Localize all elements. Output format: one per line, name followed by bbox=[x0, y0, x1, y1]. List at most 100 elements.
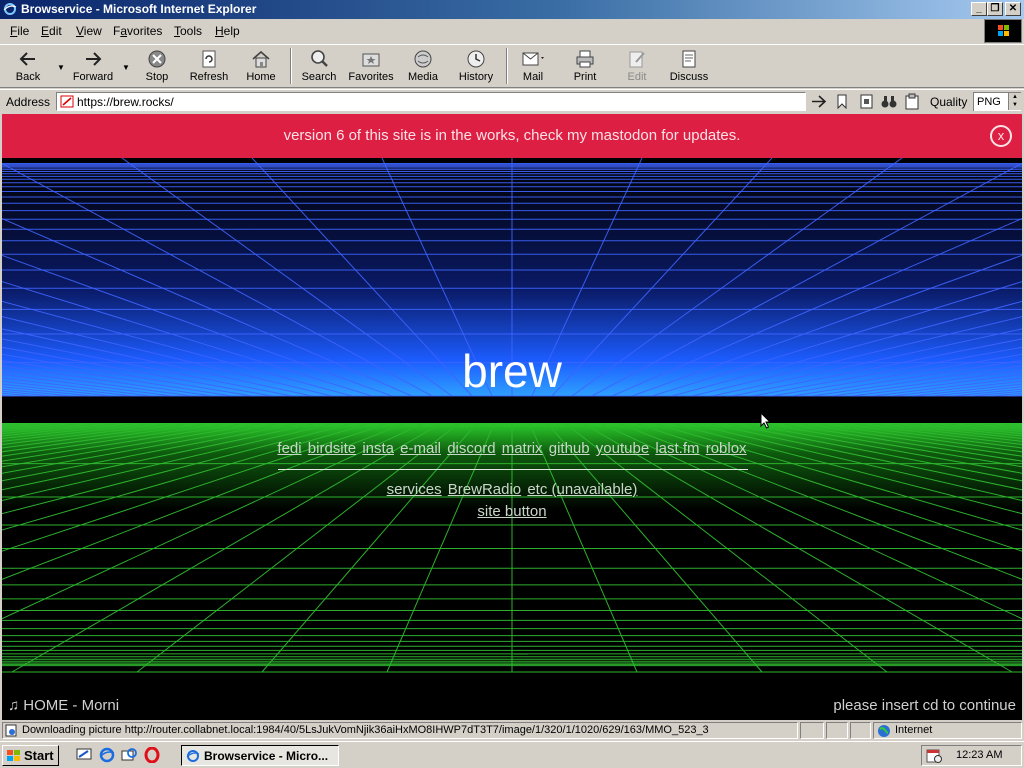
start-label: Start bbox=[24, 748, 54, 763]
menu-favorites-label: vorites bbox=[127, 24, 163, 38]
link-github[interactable]: github bbox=[549, 440, 590, 457]
menu-view-key: V bbox=[76, 24, 84, 38]
minimize-button[interactable]: _ bbox=[971, 2, 987, 16]
favorites-label: Favorites bbox=[348, 71, 394, 83]
menu-edit-label: dit bbox=[49, 24, 62, 38]
banner-text: version 6 of this site is in the works, … bbox=[283, 127, 741, 144]
back-button[interactable]: Back bbox=[6, 47, 50, 87]
address-label: Address bbox=[6, 95, 51, 109]
window-title: Browservice - Microsoft Internet Explore… bbox=[21, 2, 257, 16]
link-roblox[interactable]: roblox bbox=[706, 440, 747, 457]
menu-file-label: ile bbox=[17, 24, 30, 38]
scheduler-tray-icon[interactable] bbox=[926, 748, 942, 764]
back-label: Back bbox=[15, 71, 41, 83]
spin-down-icon[interactable]: ▼ bbox=[1012, 102, 1018, 108]
favorites-button[interactable]: Favorites bbox=[346, 47, 396, 87]
home-button[interactable]: Home bbox=[242, 47, 280, 87]
horizon-band bbox=[2, 396, 1022, 426]
link-brewradio[interactable]: BrewRadio bbox=[448, 481, 521, 498]
zone-text: Internet bbox=[895, 724, 933, 736]
status-panel-1 bbox=[800, 722, 824, 739]
menu-favorites[interactable]: Favorites bbox=[113, 24, 162, 38]
title-bar[interactable]: Browservice - Microsoft Internet Explore… bbox=[0, 0, 1024, 19]
menu-edit[interactable]: Edit bbox=[41, 24, 62, 38]
link-youtube[interactable]: youtube bbox=[596, 440, 649, 457]
link-discord[interactable]: discord bbox=[447, 440, 495, 457]
insert-cd-text: please insert cd to continue bbox=[833, 697, 1016, 714]
clock: 12:23 AM bbox=[956, 749, 1003, 761]
outlook-express-icon[interactable] bbox=[121, 747, 137, 763]
update-banner: version 6 of this site is in the works, … bbox=[2, 114, 1022, 158]
links-divider bbox=[278, 469, 748, 470]
find-page-icon[interactable] bbox=[858, 93, 876, 110]
print-label: Print bbox=[573, 71, 597, 83]
show-desktop-icon[interactable] bbox=[76, 747, 92, 763]
stop-button[interactable]: Stop bbox=[137, 47, 177, 87]
refresh-button[interactable]: Refresh bbox=[186, 47, 232, 87]
address-field[interactable] bbox=[56, 92, 806, 111]
forward-dropdown-icon[interactable]: ▼ bbox=[122, 63, 130, 72]
forward-arrow-icon bbox=[86, 52, 102, 66]
link-matrix[interactable]: matrix bbox=[502, 440, 543, 457]
link-site-button[interactable]: site button bbox=[477, 503, 546, 520]
status-text: Downloading picture http://router.collab… bbox=[22, 724, 709, 736]
link-services[interactable]: services bbox=[387, 481, 442, 498]
quality-value: PNG bbox=[977, 96, 1001, 108]
link-fedi[interactable]: fedi bbox=[277, 440, 301, 457]
link-lastfm[interactable]: last.fm bbox=[655, 440, 699, 457]
print-button[interactable]: Print bbox=[568, 47, 602, 87]
quality-select[interactable]: PNG ▲ ▼ bbox=[973, 92, 1021, 111]
mail-label: Mail bbox=[522, 71, 544, 83]
link-insta[interactable]: insta bbox=[362, 440, 394, 457]
menu-tools-label: ools bbox=[180, 24, 203, 38]
discuss-icon bbox=[682, 50, 696, 68]
opera-icon[interactable] bbox=[144, 747, 160, 763]
social-links: fedi birdsite insta e-mail discord matri… bbox=[2, 440, 1022, 457]
menu-view[interactable]: View bbox=[76, 24, 102, 38]
clipboard-icon[interactable] bbox=[903, 93, 921, 110]
edit-button[interactable]: Edit bbox=[622, 47, 652, 87]
go-arrow-icon[interactable] bbox=[810, 93, 828, 110]
link-email[interactable]: e-mail bbox=[400, 440, 441, 457]
stop-icon bbox=[148, 50, 166, 68]
menu-help[interactable]: Help bbox=[215, 24, 240, 38]
history-button[interactable]: History bbox=[455, 47, 497, 87]
mail-button[interactable]: Mail bbox=[516, 47, 550, 87]
spin-up-icon[interactable]: ▲ bbox=[1012, 94, 1018, 100]
status-bar: Downloading picture http://router.collab… bbox=[0, 721, 1024, 740]
back-dropdown-icon[interactable]: ▼ bbox=[57, 63, 65, 72]
edit-icon bbox=[629, 51, 645, 68]
discuss-button[interactable]: Discuss bbox=[668, 47, 710, 87]
search-button[interactable]: Search bbox=[299, 47, 339, 87]
menu-view-label: iew bbox=[83, 24, 102, 38]
media-icon bbox=[414, 50, 432, 68]
media-button[interactable]: Media bbox=[404, 47, 442, 87]
close-button[interactable]: ✕ bbox=[1005, 2, 1021, 16]
printer-icon bbox=[576, 50, 594, 68]
taskbar-item-browservice[interactable]: Browservice - Micro... bbox=[181, 745, 339, 766]
music-player[interactable]: ♫ HOME - Morni bbox=[8, 697, 119, 714]
menu-tools[interactable]: Tools bbox=[174, 24, 202, 38]
menu-edit-key: E bbox=[41, 24, 50, 38]
history-icon bbox=[467, 50, 485, 68]
refresh-icon bbox=[202, 50, 216, 68]
status-panel-3 bbox=[850, 722, 871, 739]
page-loading-icon bbox=[5, 724, 17, 737]
home-icon bbox=[252, 50, 270, 68]
link-etc[interactable]: etc (unavailable) bbox=[527, 481, 637, 498]
link-birdsite[interactable]: birdsite bbox=[308, 440, 356, 457]
restore-button[interactable]: ❐ bbox=[987, 2, 1003, 16]
page-viewport[interactable]: version 6 of this site is in the works, … bbox=[2, 114, 1022, 720]
menu-file[interactable]: File bbox=[10, 24, 29, 38]
forward-button[interactable]: Forward bbox=[68, 47, 118, 87]
taskbar: Start Browservice - Micro... 12:23 AM bbox=[0, 741, 1024, 768]
internet-explorer-icon[interactable] bbox=[99, 747, 115, 763]
bookmark-icon[interactable] bbox=[833, 93, 851, 110]
windows-flag-icon bbox=[998, 25, 1009, 36]
quality-spinner[interactable]: ▲ ▼ bbox=[1008, 93, 1021, 110]
url-input[interactable] bbox=[77, 94, 797, 109]
start-button[interactable]: Start bbox=[2, 745, 59, 766]
mail-icon bbox=[522, 52, 544, 66]
banner-close-button[interactable]: x bbox=[990, 125, 1012, 147]
binoculars-icon[interactable] bbox=[880, 93, 898, 110]
